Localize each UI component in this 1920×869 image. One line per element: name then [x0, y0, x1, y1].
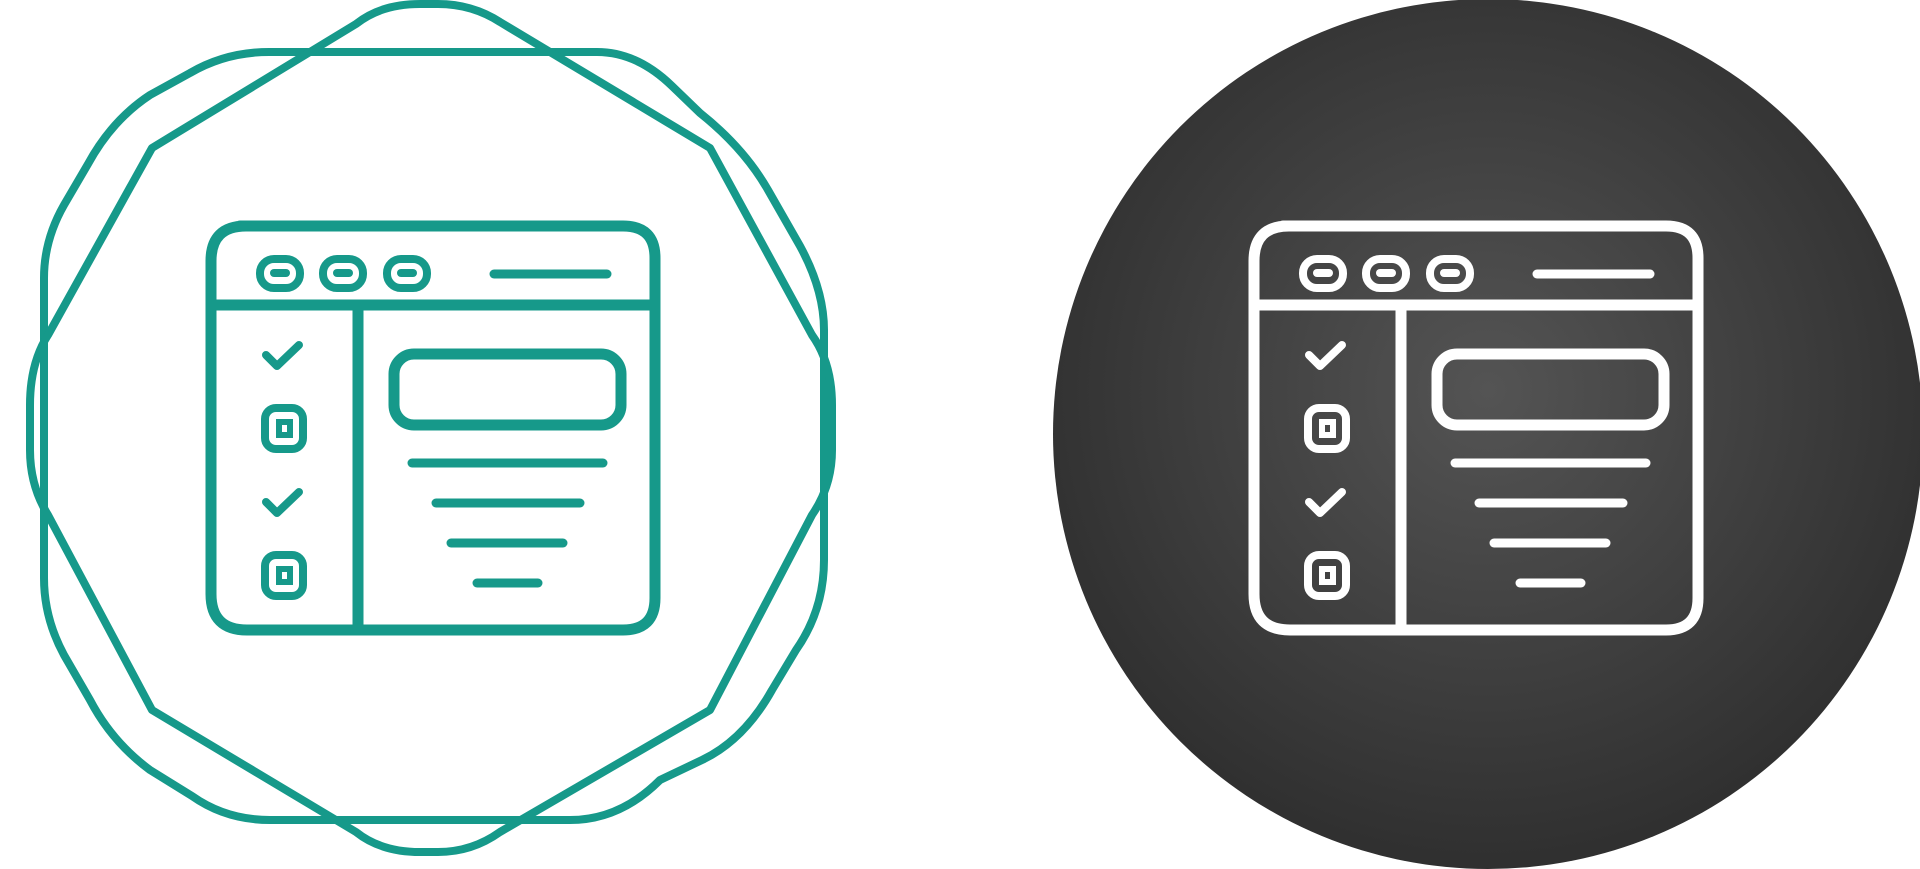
dark-circle-background — [1053, 0, 1920, 869]
task-manager-window-icon-outline — [26, 0, 836, 856]
icon-canvas — [26, 0, 1920, 869]
task-manager-window-icon-glyph — [1053, 0, 1920, 869]
